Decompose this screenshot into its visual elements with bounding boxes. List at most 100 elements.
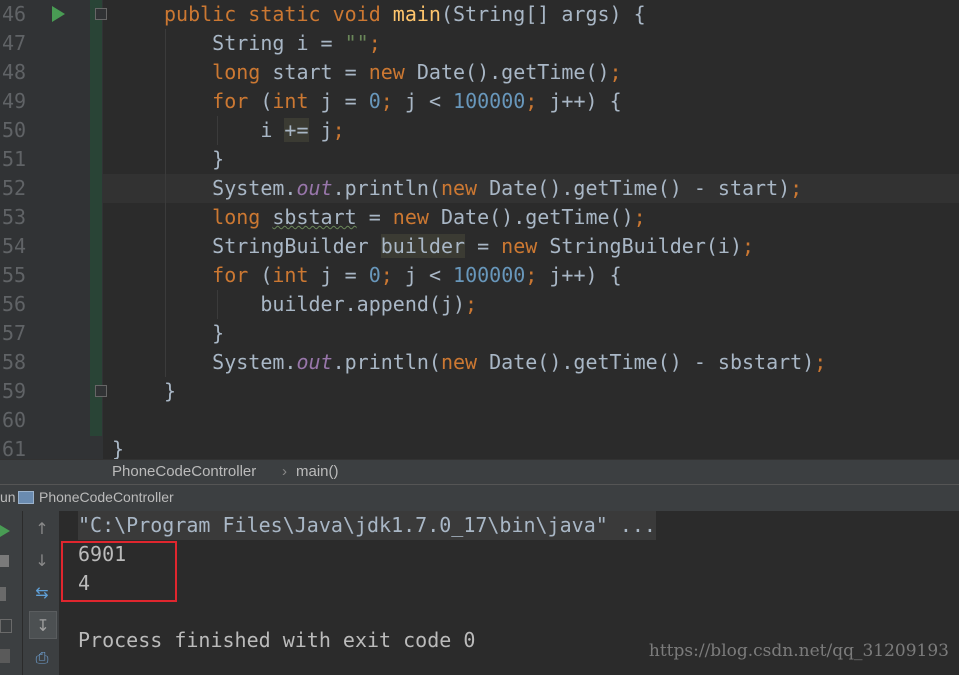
run-tab-prefix[interactable]: un (0, 489, 16, 505)
code-token: sbstart (272, 205, 357, 229)
code-line[interactable]: long sbstart = new Date().getTime(); (164, 203, 646, 232)
code-token: StringBuilder(i) (549, 234, 742, 258)
code-line[interactable]: System.out.println(new Date().getTime() … (164, 348, 826, 377)
code-line[interactable]: for (int j = 0; j < 100000; j++) { (164, 261, 622, 290)
line-number: 60 (2, 408, 27, 432)
code-line[interactable]: long start = new Date().getTime(); (164, 58, 622, 87)
fold-icon[interactable] (95, 385, 107, 397)
code-token: j = (320, 263, 369, 287)
code-token: 100000 (453, 89, 526, 113)
code-token: ( (260, 89, 273, 113)
code-token: for (164, 89, 261, 113)
code-token: } (164, 379, 177, 403)
up-arrow-icon[interactable]: ↑ (29, 515, 55, 541)
code-token: String i = (164, 31, 345, 55)
line-number: 58 (2, 350, 27, 374)
line-number: 48 (2, 60, 27, 84)
code-line[interactable]: i += j; (164, 116, 345, 145)
code-token: int (272, 263, 321, 287)
code-token: j++) { (549, 263, 622, 287)
code-token: out (296, 176, 333, 200)
code-token: ; (609, 60, 622, 84)
code-token: Date().getTime() - start) (489, 176, 791, 200)
line-number: 49 (2, 89, 27, 113)
code-line[interactable]: for (int j = 0; j < 100000; j++) { (164, 87, 622, 116)
code-token: main (392, 2, 441, 26)
code-token: long (164, 60, 273, 84)
code-token: public static void (164, 2, 393, 26)
code-line[interactable]: String i = ""; (164, 29, 381, 58)
code-token: Date().getTime() - sbstart) (489, 350, 815, 374)
run-side-toolbar (0, 511, 22, 675)
line-number: 51 (2, 147, 27, 171)
code-token: ; (525, 89, 550, 113)
console-command-line: "C:\Program Files\Java\jdk1.7.0_17\bin\j… (78, 511, 656, 540)
rerun-icon[interactable] (0, 525, 10, 537)
soft-wrap-icon[interactable]: ⇆ (29, 579, 55, 605)
code-token: Date().getTime() (416, 60, 610, 84)
code-token: 0 (368, 89, 381, 113)
code-token: new (368, 60, 417, 84)
dump-icon[interactable] (0, 619, 12, 633)
code-token: .println( (332, 350, 441, 374)
run-config-title[interactable]: PhoneCodeController (39, 489, 174, 505)
pause-icon[interactable] (0, 587, 6, 601)
line-number: 46 (2, 2, 27, 26)
fold-icon[interactable] (95, 8, 107, 20)
code-token: = (465, 234, 502, 258)
code-token: int (272, 89, 321, 113)
stop-icon[interactable] (0, 555, 9, 567)
breadcrumb-method[interactable]: main() (296, 463, 339, 480)
code-token: } (112, 437, 125, 459)
code-line[interactable]: System.out.println(new Date().getTime() … (164, 174, 802, 203)
code-line[interactable]: } (164, 319, 224, 348)
code-token: .println( (332, 176, 441, 200)
line-number: 56 (2, 292, 27, 316)
run-tool-window-header: un PhoneCodeController (0, 484, 959, 511)
code-token: Date().getTime() (440, 205, 634, 229)
code-token: ; (465, 292, 478, 316)
line-number: 52 (2, 176, 27, 200)
code-token: builder.append(j) (164, 292, 466, 316)
code-token: new (392, 205, 441, 229)
code-token: j < (404, 89, 454, 113)
code-token: new (440, 350, 490, 374)
print-icon[interactable]: ⎙ (29, 645, 55, 671)
line-number: 53 (2, 205, 27, 229)
code-token: (String[] args) { (440, 2, 646, 26)
highlight-annotation-box (61, 541, 177, 602)
breadcrumb: PhoneCodeController › main() (0, 459, 959, 484)
code-editor[interactable]: 46 47 48 49 50 51 52 53 54 55 56 57 58 59 60 61 public … (0, 0, 959, 459)
line-number: 50 (2, 118, 27, 142)
run-icon[interactable] (52, 6, 65, 22)
code-token: j < (404, 263, 454, 287)
settings-icon[interactable] (0, 649, 10, 663)
code-token: System. (164, 350, 297, 374)
code-line[interactable]: } (164, 145, 224, 174)
code-token: start = (272, 60, 369, 84)
code-token: ; (380, 89, 405, 113)
code-token: StringBuilder (164, 234, 381, 258)
code-token: builder (380, 234, 466, 258)
code-line[interactable]: builder.append(j); (164, 290, 477, 319)
code-token: ; (368, 31, 381, 55)
breadcrumb-class[interactable]: PhoneCodeController (112, 463, 256, 480)
console-toolbar: ↑ ↓ ⇆ ↧ ⎙ (22, 511, 59, 675)
run-config-icon (18, 491, 34, 504)
code-token: System. (164, 176, 297, 200)
code-token: j++) { (549, 89, 622, 113)
code-token: "" (344, 31, 369, 55)
code-token: ; (525, 263, 550, 287)
code-line[interactable]: } (112, 435, 124, 459)
down-arrow-icon[interactable]: ↓ (29, 547, 55, 573)
code-line[interactable]: StringBuilder builder = new StringBuilde… (164, 232, 754, 261)
code-token: } (164, 147, 225, 171)
code-token: } (164, 321, 225, 345)
code-token: out (296, 350, 333, 374)
code-token: = (356, 205, 393, 229)
code-line[interactable]: } (164, 377, 176, 406)
code-line[interactable]: public static void main(String[] args) { (164, 0, 646, 29)
console-panel[interactable]: ↑ ↓ ⇆ ↧ ⎙ "C:\Program Files\Java\jdk1.7.… (0, 511, 959, 675)
scroll-to-end-icon[interactable]: ↧ (29, 611, 57, 639)
code-token: j (308, 118, 333, 142)
